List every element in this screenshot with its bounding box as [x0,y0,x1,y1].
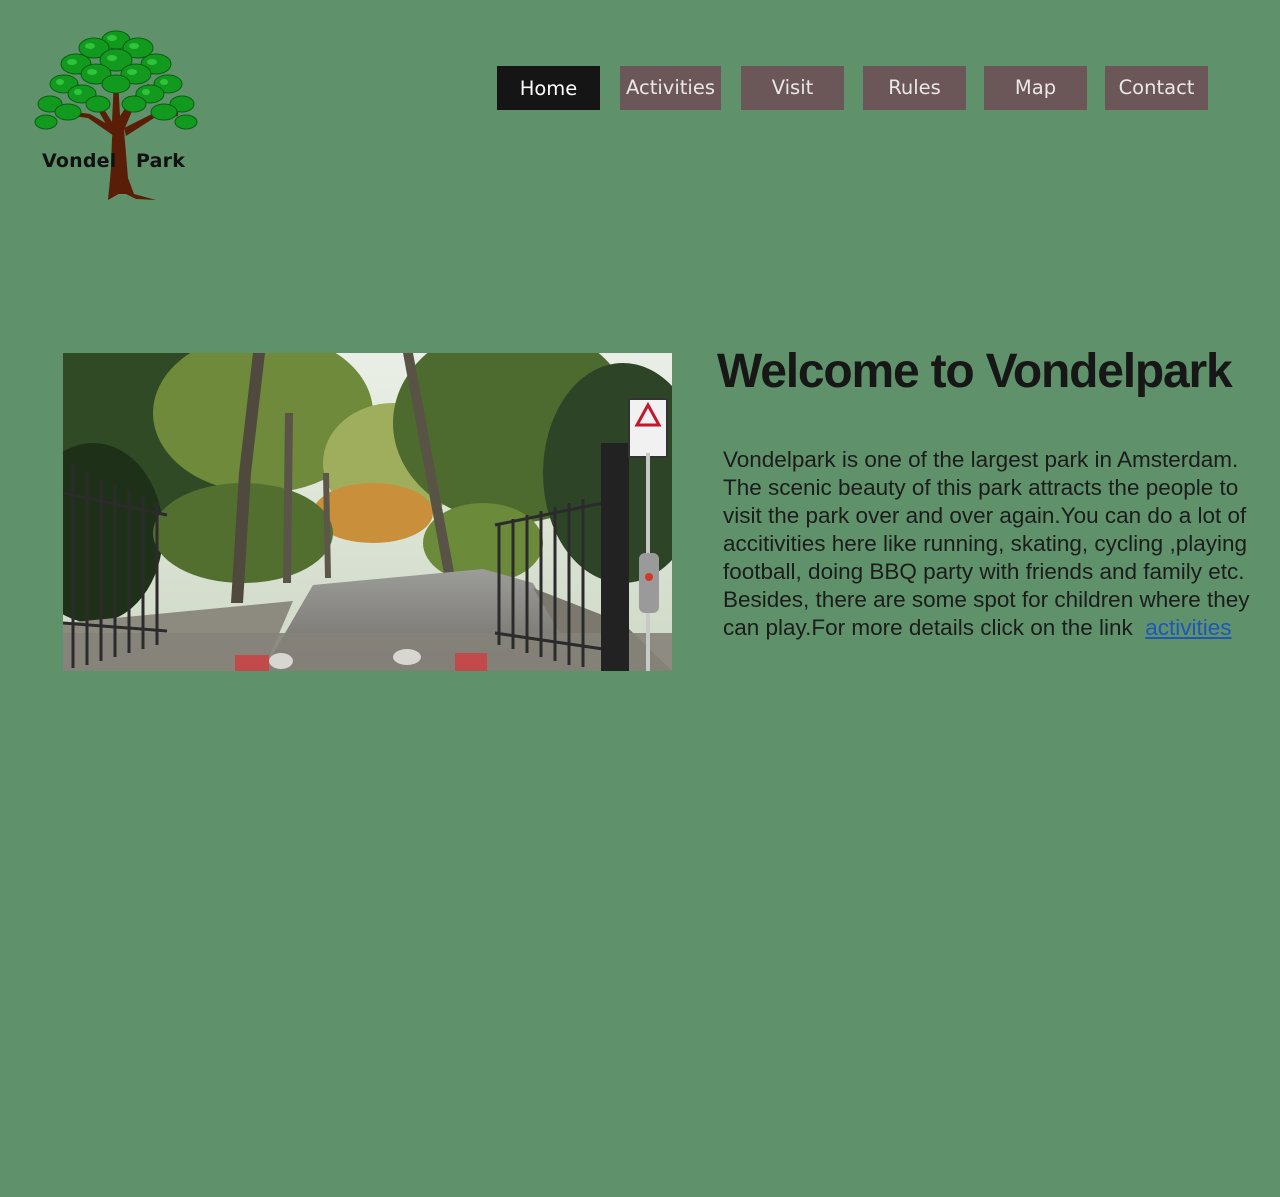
logo-text-vondel: Vondel [42,150,117,172]
page-title: Welcome to Vondelpark [717,345,1233,398]
tree-icon [34,30,198,200]
nav-home[interactable]: Home [497,66,600,110]
logo-text-park: Park [136,150,186,172]
nav-map[interactable]: Map [984,66,1087,110]
intro-paragraph: Vondelpark is one of the largest park in… [723,446,1253,642]
park-entrance-photo [63,353,672,671]
nav-activities[interactable]: Activities [620,66,721,110]
nav-visit[interactable]: Visit [741,66,844,110]
main-navigation: Home Activities Visit Rules Map Contact [0,66,1280,110]
park-logo[interactable]: Vondel Park [28,18,204,204]
nav-rules[interactable]: Rules [863,66,966,110]
activities-link[interactable]: activities [1145,615,1231,640]
intro-text: Vondelpark is one of the largest park in… [723,447,1250,640]
nav-contact[interactable]: Contact [1105,66,1208,110]
